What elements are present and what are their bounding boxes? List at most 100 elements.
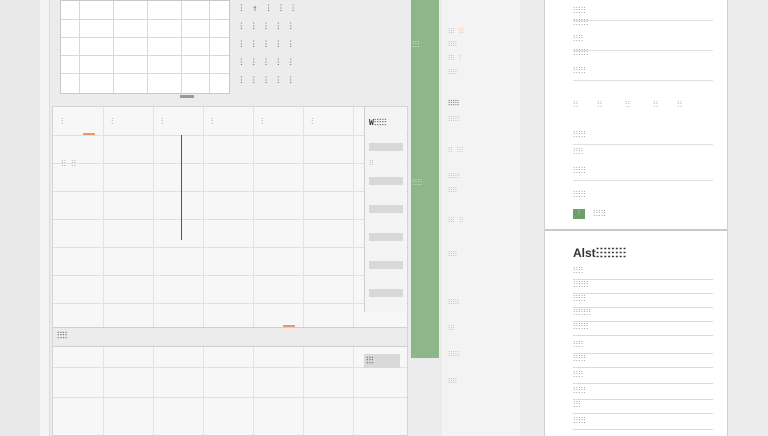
summary-bar xyxy=(369,289,403,297)
list-item[interactable]: ⵗⵗⵗⵗ xyxy=(448,40,457,48)
panel-divider xyxy=(573,80,713,81)
grid-line xyxy=(181,1,182,93)
list-item[interactable]: ⵗⵗⵗⵗⵗ xyxy=(448,172,459,180)
grid-line xyxy=(147,1,148,93)
header-cell: ⵗ xyxy=(311,117,314,126)
list-item[interactable]: ⵗⵗⵗⵗ xyxy=(448,377,457,385)
form-field[interactable]: ⵗⵗⵗⵗⵗ xyxy=(573,386,713,400)
summary-value: ⵗⵗ xyxy=(369,159,374,167)
section-divider xyxy=(545,229,727,231)
summary-bar xyxy=(369,143,403,151)
form-field[interactable]: ⵗⵗⵗⵗⵗ xyxy=(573,354,713,368)
panel-item[interactable]: ⵗⵗⵗⵗⵗⵗ xyxy=(573,48,588,57)
middle-list[interactable]: ⵗⵗⵗ ⵗⵗ ⵗⵗⵗⵗ ⵗⵗⵗ ⵗ ⵗⵗⵗⵗ ⵗⵗⵗⵗⵗ ⵗⵗⵗⵗⵗ ⵗⵗ ⵗⵗ… xyxy=(442,0,520,436)
panel-item[interactable]: ⵗⵗⵗⵗ xyxy=(573,147,583,156)
status-badge: ⵗ xyxy=(573,209,585,219)
grid-line xyxy=(209,1,210,93)
form-field[interactable]: ⵗⵗⵗⵗ xyxy=(573,266,713,280)
sheet-col-line xyxy=(153,107,154,435)
list-item[interactable]: ⵗⵗⵗ ⵗ xyxy=(448,54,461,62)
list-item[interactable]: ⵗⵗⵗⵗⵗ xyxy=(448,115,459,123)
panel-item[interactable]: ⵗⵗⵗⵗ xyxy=(573,34,583,43)
left-gutter xyxy=(0,0,40,436)
summary-bar xyxy=(369,233,403,241)
panel-item[interactable]: ⵗⵗⵗⵗⵗ xyxy=(573,130,586,139)
form-field[interactable]: ⵗⵗⵗⵗⵗⵗ xyxy=(573,322,713,336)
dot-row: ⵗ ⵗ ⵗ ⵗ ⵗ xyxy=(240,58,295,68)
header-cell: ⵗ xyxy=(111,117,114,126)
panel-number: ⵗⵗ xyxy=(653,100,659,109)
list-item[interactable]: ⵗⵗⵗⵗ xyxy=(448,250,457,258)
form-field[interactable]: ⵗⵗⵗⵗⵗ xyxy=(573,416,713,430)
right-gutter xyxy=(729,0,768,436)
header-cell: ⵗ xyxy=(211,117,214,126)
section-header-bar xyxy=(53,327,407,347)
sheet-col-line xyxy=(253,107,254,435)
spreadsheet-grid[interactable]: ⵗ ⵗ ⵗ ⵗ ⵗ ⵗ ⵗⵗ ⵗⵗ ⵗⵗⵗⵗ xyxy=(52,106,408,436)
grid-line xyxy=(61,55,229,56)
dot-row: ⵗ ↑ ⵗ ⵗ ⵗ xyxy=(240,4,297,14)
panel-divider xyxy=(573,50,713,51)
grid-line xyxy=(61,19,229,20)
grid-line xyxy=(113,1,114,93)
side-summary-panel: Wⵗⵗⵗⵗⵗ ⵗⵗ xyxy=(364,107,406,312)
sheet-col-line xyxy=(103,107,104,435)
header-cell: ⵗ xyxy=(161,117,164,126)
sheet-col-line xyxy=(303,107,304,435)
green-label: ⵗⵗⵗⵗ xyxy=(412,178,423,187)
sheet-divider xyxy=(181,135,182,240)
panel-divider xyxy=(573,20,713,21)
dot-row: ⵗ ⵗ ⵗ ⵗ ⵗ xyxy=(240,40,295,50)
green-label: ⵗⵗⵗ xyxy=(412,40,420,49)
status-text: ⵗⵗⵗⵗⵗ xyxy=(593,209,606,218)
panel-divider xyxy=(573,180,713,181)
list-item[interactable]: ⵗⵗⵗⵗ xyxy=(448,186,457,194)
list-item[interactable]: ⵗⵗ ⵗⵗⵗ xyxy=(448,146,463,154)
panel-item[interactable]: ⵗⵗⵗⵗⵗ xyxy=(573,190,586,199)
right-details-panel: ⵗⵗⵗⵗⵗ ⵗⵗⵗⵗⵗⵗ ⵗⵗⵗⵗ ⵗⵗⵗⵗⵗⵗ ⵗⵗⵗⵗⵗ ⵗⵗ ⵗⵗ ⵗⵗ … xyxy=(544,0,728,436)
top-dot-matrix: ⵗ ↑ ⵗ ⵗ ⵗ ⵗ ⵗ ⵗ ⵗ ⵗ ⵗ ⵗ ⵗ ⵗ ⵗ ⵗ ⵗ ⵗ ⵗ ⵗ … xyxy=(236,0,408,92)
sheet-col-line xyxy=(353,107,354,435)
list-item[interactable]: ⵗⵗⵗⵗ xyxy=(448,68,457,76)
list-item[interactable]: ⵗⵗⵗⵗⵗ xyxy=(448,350,459,358)
grid-line xyxy=(61,73,229,74)
header-cell: ⵗ xyxy=(61,117,64,126)
grid-line xyxy=(61,37,229,38)
summary-bar xyxy=(369,261,403,269)
form-field[interactable]: ⵗⵗⵗⵗⵗⵗⵗ xyxy=(573,308,713,322)
list-item[interactable]: ⵗⵗⵗ xyxy=(448,324,455,332)
summary-bar xyxy=(369,205,403,213)
panel-number: ⵗⵗ xyxy=(625,100,631,109)
form-field[interactable]: ⵗⵗⵗⵗⵗⵗ xyxy=(573,280,713,294)
list-item[interactable]: ⵗⵗⵗⵗⵗ xyxy=(448,298,459,306)
panel-number: ⵗⵗ xyxy=(677,100,683,109)
dot-row: ⵗ ⵗ ⵗ ⵗ ⵗ xyxy=(240,22,295,32)
top-grid-panel[interactable] xyxy=(60,0,230,94)
grid-line xyxy=(79,1,80,93)
header-cell: ⵗ xyxy=(261,117,264,126)
sheet-col-line xyxy=(203,107,204,435)
summary-title: Wⵗⵗⵗⵗⵗ xyxy=(369,118,387,127)
panel-number: ⵗⵗ xyxy=(597,100,603,109)
scrollbar-thumb[interactable] xyxy=(180,95,194,98)
left-rail xyxy=(40,0,50,436)
section-title: ⵗⵗⵗⵗ xyxy=(57,331,68,340)
panel-item[interactable]: ⵗⵗⵗⵗⵗⵗ xyxy=(573,18,588,27)
form-field[interactable]: ⵗⵗⵗⵗ xyxy=(573,370,713,384)
highlight-mark xyxy=(83,133,95,135)
summary-bar xyxy=(369,177,403,185)
bottom-badge: ⵗⵗⵗ xyxy=(364,354,400,368)
list-item[interactable]: ⵗⵗⵗ ⵗⵗ xyxy=(448,27,463,35)
form-field[interactable]: ⵗⵗⵗⵗⵗ xyxy=(573,294,713,308)
panel-item[interactable]: ⵗⵗⵗⵗⵗ xyxy=(573,66,586,75)
panel-number: ⵗⵗ xyxy=(573,100,579,109)
row-label: ⵗⵗ ⵗⵗ xyxy=(61,159,77,168)
form-field[interactable]: ⵗⵗⵗⵗ xyxy=(573,340,713,354)
form-field[interactable]: ⵗⵗⵗ xyxy=(573,400,713,414)
panel-item[interactable]: ⵗⵗⵗⵗⵗ xyxy=(573,166,586,175)
dot-row: ⵗ ⵗ ⵗ ⵗ ⵗ xyxy=(240,76,295,86)
list-item[interactable]: ⵗⵗⵗ ⵗⵗ xyxy=(448,216,463,224)
panel-item[interactable]: ⵗⵗⵗⵗⵗ xyxy=(573,6,586,15)
panel-divider xyxy=(573,144,713,145)
section-heading: Alstⵗⵗⵗⵗⵗⵗⵗⵗ xyxy=(573,246,627,260)
